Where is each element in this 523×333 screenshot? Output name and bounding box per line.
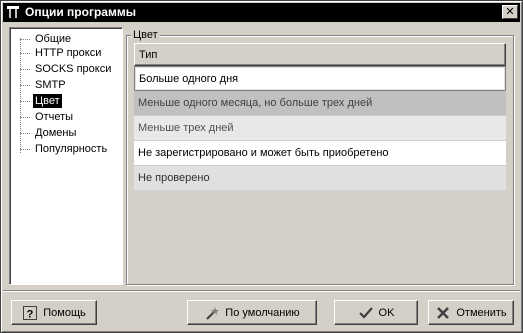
tree-branch (20, 69, 30, 70)
settings-tree[interactable]: Общие HTTP прокси SOCKS прокси SMTP Цвет… (9, 27, 123, 285)
cross-icon (437, 306, 450, 319)
tree-item-label: HTTP прокси (35, 47, 102, 59)
title-bar[interactable]: Опции программы ✕ (3, 3, 520, 22)
ok-button[interactable]: OK (334, 300, 418, 325)
tree-item-label: Отчеты (35, 111, 74, 123)
close-icon: ✕ (505, 5, 515, 18)
group-title: Цвет (131, 29, 160, 41)
tree-item-label: Домены (35, 127, 77, 139)
grid-row[interactable]: Меньше трех дней (134, 116, 506, 141)
tree-item-label: Цвет (33, 94, 62, 108)
tree-branch (20, 53, 30, 54)
tree-item-smtp[interactable]: SMTP (20, 78, 120, 92)
tree-item-color[interactable]: Цвет (20, 94, 120, 108)
color-grid[interactable]: Тип Больше одного дня Меньше одного меся… (134, 43, 506, 193)
tree-item-general[interactable]: Общие (20, 32, 120, 46)
tree-branch (20, 85, 30, 86)
tree-item-http-proxy[interactable]: HTTP прокси (20, 46, 120, 60)
tree-branch (20, 117, 30, 118)
grid-row-label: Не проверено (138, 172, 210, 184)
grid-row[interactable]: Больше одного дня (134, 66, 506, 91)
options-dialog: Опции программы ✕ Общие HTTP прокси SOCK… (0, 0, 523, 333)
tree-item-domains[interactable]: Домены (20, 126, 120, 140)
grid-row-label: Меньше трех дней (138, 122, 234, 134)
tree-item-label: Популярность (35, 143, 108, 155)
help-button-label: Помощь (43, 306, 86, 319)
grid-header-type[interactable]: Тип (134, 43, 506, 66)
svg-text:?: ? (27, 308, 34, 320)
tree-branch (20, 133, 30, 134)
grid-row[interactable]: Не проверено (134, 166, 506, 191)
grid-row-label: Не зарегистрировано и может быть приобре… (138, 147, 389, 159)
tree-branch (20, 39, 30, 40)
tree-item-popularity[interactable]: Популярность (20, 142, 120, 156)
grid-row-label: Меньше одного месяца, но больше трех дне… (138, 97, 373, 109)
app-icon (7, 6, 19, 18)
tree-item-label: SOCKS прокси (35, 63, 112, 75)
cancel-button[interactable]: Отменить (428, 300, 514, 325)
ok-button-label: OK (378, 306, 395, 319)
cancel-button-label: Отменить (456, 306, 507, 319)
help-icon: ? (23, 305, 38, 320)
tree-item-label: Общие (35, 33, 72, 45)
tree-branch (20, 149, 30, 150)
tree-item-reports[interactable]: Отчеты (20, 110, 120, 124)
grid-row[interactable]: Не зарегистрировано и может быть приобре… (134, 141, 506, 166)
close-button[interactable]: ✕ (502, 5, 518, 19)
wand-icon (206, 306, 220, 320)
window-title: Опции программы (25, 5, 136, 19)
footer-separator (3, 290, 520, 292)
tree-item-label: SMTP (35, 79, 66, 91)
tree-item-socks-proxy[interactable]: SOCKS прокси (20, 62, 120, 76)
default-button-label: По умолчанию (225, 306, 300, 319)
grid-header-label: Тип (139, 49, 158, 61)
help-button[interactable]: ? Помощь (11, 300, 97, 325)
grid-row-label: Больше одного дня (139, 73, 239, 85)
checkmark-icon (358, 306, 373, 319)
grid-row[interactable]: Меньше одного месяца, но больше трех дне… (134, 91, 506, 116)
default-button[interactable]: По умолчанию (187, 300, 317, 325)
tree-branch (20, 101, 30, 102)
